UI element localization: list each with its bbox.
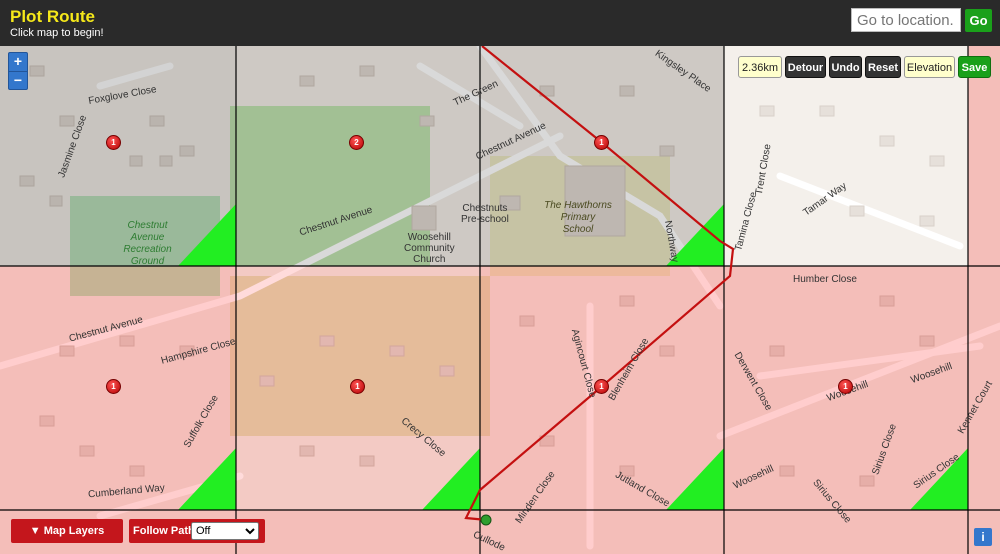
recreation-ground-label: Chestnut Avenue Recreation Ground <box>123 220 172 267</box>
location-search-input[interactable] <box>851 8 961 32</box>
preschool-label: Chestnuts Pre-school <box>461 203 509 225</box>
app-title: Plot Route <box>10 7 95 26</box>
church-label: Woosehill Community Church <box>404 232 455 265</box>
map-tiles <box>0 46 1000 554</box>
grid-count-marker[interactable]: 1 <box>838 379 853 394</box>
grid-count-marker[interactable]: 1 <box>350 379 365 394</box>
save-button[interactable]: Save <box>958 56 991 78</box>
go-button[interactable]: Go <box>965 9 992 32</box>
zoom-out-button[interactable]: − <box>9 72 27 90</box>
zoom-control: + − <box>8 52 28 90</box>
app-subtitle: Click map to begin! <box>10 27 104 39</box>
detour-button[interactable]: Detour <box>785 56 826 78</box>
street-label-humber: Humber Close <box>793 274 857 285</box>
grid-count-marker[interactable]: 1 <box>594 379 609 394</box>
grid-count-marker[interactable]: 2 <box>349 135 364 150</box>
route-end-marker <box>480 514 492 526</box>
school-label: The Hawthorns Primary School <box>544 200 612 235</box>
reset-button[interactable]: Reset <box>865 56 901 78</box>
grid-count-marker[interactable]: 1 <box>106 379 121 394</box>
follow-paths-select[interactable]: Off <box>191 522 259 540</box>
zoom-in-button[interactable]: + <box>9 53 27 72</box>
grid-overlays <box>0 46 1000 554</box>
undo-button[interactable]: Undo <box>829 56 862 78</box>
grid-count-marker[interactable]: 1 <box>594 135 609 150</box>
map-layers-button[interactable]: ▼ Map Layers <box>11 519 123 543</box>
grid-count-marker[interactable]: 1 <box>106 135 121 150</box>
map-canvas[interactable]: Chestnut Avenue Recreation Ground Foxglo… <box>0 46 1000 554</box>
info-button[interactable]: i <box>974 528 992 546</box>
top-bar: Plot Route Click map to begin! Go <box>0 0 1000 46</box>
follow-paths-control: Follow Paths Off <box>129 519 265 543</box>
route-distance: 2.36km <box>738 56 782 78</box>
elevation-button[interactable]: Elevation <box>904 56 955 78</box>
